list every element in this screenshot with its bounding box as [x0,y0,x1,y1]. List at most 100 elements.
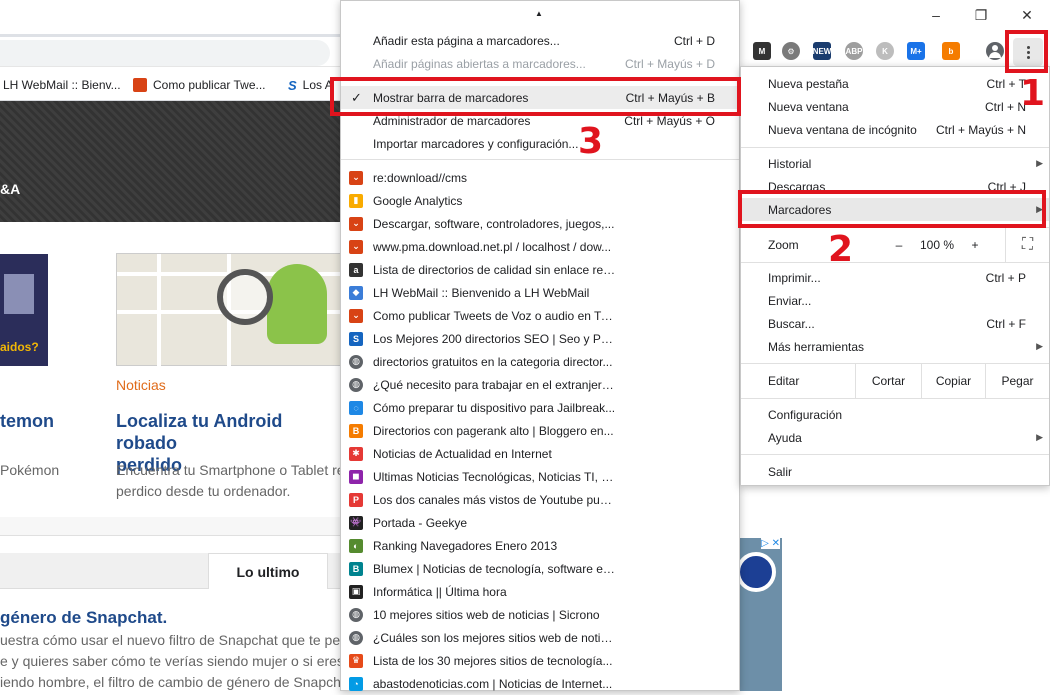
bookmark-lh-webmail[interactable]: LH WebMail :: Bienv... [3,76,121,94]
menu-item-label: Nueva ventana de incógnito [768,122,917,137]
bookmark-title: Como publicar Tweets de Voz o audio en T… [373,308,618,323]
bookmark-item[interactable]: ◍ 10 mejores sitios web de noticias | Sic… [341,603,739,626]
scroll-up-icon[interactable]: ▲ [535,9,543,18]
menu-item-shortcut: Ctrl + Mayús + N [935,122,1026,137]
webmail-favicon-icon: ◆ [349,285,363,300]
seo-favicon-icon: S [349,331,363,346]
globe-icon: ◍ [349,630,363,645]
address-bar[interactable] [0,40,330,66]
submenu-arrow-icon: ▶ [1036,158,1043,168]
bookmark-item[interactable]: ▣ Informática || Última hora [341,580,739,603]
add-open-pages-item: Añadir páginas abiertas a marcadores... … [341,52,739,75]
menu-item-label: Importar marcadores y configuración... [373,136,579,151]
bookmark-item[interactable]: ◼ Ultimas Noticias Tecnológicas, Noticias… [341,465,739,488]
abp-extension-icon[interactable]: ABP [845,42,863,60]
find-item[interactable]: Buscar... Ctrl + F [741,312,1049,335]
bookmark-title: Ranking Navegadores Enero 2013 [373,538,558,553]
bookmark-item[interactable]: B Blumex | Noticias de tecnología, softwa… [341,557,739,580]
copy-button[interactable]: Copiar [921,364,985,398]
bookmark-item[interactable]: B Directorios con pagerank alto | Blogger… [341,419,739,442]
cut-button[interactable]: Cortar [855,364,921,398]
bookmark-item[interactable]: S Los Mejores 200 directorios SEO | Seo y… [341,327,739,350]
k-extension-icon[interactable]: K [876,42,894,60]
bookmark-item[interactable]: ◍ ¿Qué necesito para trabajar en el extra… [341,373,739,396]
ad-choices-icon[interactable]: ▷ ✕ [761,538,780,549]
cast-item[interactable]: Enviar... [741,289,1049,312]
bookmark-title: ¿Cuáles son los mejores sitios web de no… [373,630,618,645]
more-tools-item[interactable]: Más herramientas ▶ [741,335,1049,358]
bookmark-item[interactable]: ⌄ Como publicar Tweets de Voz o audio en … [341,304,739,327]
bookmark-item[interactable]: ⌄ www.pma.download.net.pl / localhost / d… [341,235,739,258]
exit-item[interactable]: Salir [741,460,1049,483]
zoom-row: Zoom – 100 % + ⛶ [741,228,1049,262]
minimize-button[interactable]: – [925,6,947,24]
bookmark-seo[interactable]: S Los A [288,76,333,94]
site-nav-text[interactable]: &A [0,181,20,197]
tab-lo-ultimo[interactable]: Lo ultimo [208,553,328,589]
bookmark-item[interactable]: ◔ abastodenoticias.com | Noticias de Inte… [341,672,739,695]
bookmark-item[interactable]: ◆ LH WebMail :: Bienvenido a LH WebMail [341,281,739,304]
bookmark-item[interactable]: ▮ Google Analytics [341,189,739,212]
blumex-favicon-icon: B [349,561,363,576]
latest-title[interactable]: género de Snapchat. [0,607,167,629]
bookmark-title: Lista de los 30 mejores sitios de tecnol… [373,653,613,668]
invader-favicon-icon: 👾 [349,515,363,530]
bookmark-item[interactable]: ◌ Cómo preparar tu dispositivo para Jailb… [341,396,739,419]
menu-item-label: Historial [768,156,812,171]
bookmark-title: Ultimas Noticias Tecnológicas, Noticias … [373,469,618,484]
chat-favicon-icon: ◌ [349,400,363,415]
bookmark-item[interactable]: ✱ Noticias de Actualidad en Internet [341,442,739,465]
gear-extension-icon[interactable]: ⚙ [782,42,800,60]
new-incognito-window-item[interactable]: Nueva ventana de incógnito Ctrl + Mayús … [741,118,1049,141]
fullscreen-icon[interactable]: ⛶ [1005,228,1049,262]
bookmark-label: LH WebMail :: Bienv... [3,78,121,92]
maximize-button[interactable]: ❐ [970,6,992,24]
bookmark-item[interactable]: ◐ Ranking Navegadores Enero 2013 [341,534,739,557]
edit-row: Editar Cortar Copiar Pegar [741,364,1049,398]
bookmark-item[interactable]: ⌄ re:download//cms [341,166,739,189]
menu-item-shortcut: Ctrl + Mayús + D [624,56,715,71]
bookmark-item[interactable]: 👾 Portada - Geekye [341,511,739,534]
bookmark-item[interactable]: ⌄ Descargar, software, controladores, jue… [341,212,739,235]
trophy-favicon-icon: ♛ [349,653,363,668]
b-extension-icon[interactable]: b [942,42,960,60]
add-bookmark-item[interactable]: Añadir esta página a marcadores... Ctrl … [341,29,739,52]
highlight-bookmarks-item [738,190,1046,228]
m-extension-icon[interactable]: M [753,42,771,60]
new-window-item[interactable]: Nueva ventana Ctrl + N [741,95,1049,118]
p-favicon-icon: P [349,492,363,507]
history-item[interactable]: Historial ▶ [741,152,1049,175]
news-extension-icon[interactable]: NEW [813,42,831,60]
bookmark-item[interactable]: a Lista de directorios de calidad sin enl… [341,258,739,281]
menu-item-label: Nueva ventana [768,99,849,114]
bookmark-item[interactable]: ◍ ¿Cuáles son los mejores sitios web de n… [341,626,739,649]
close-window-button[interactable]: ✕ [1016,6,1038,24]
bookmark-title: Los dos canales más vistos de Youtube pu… [373,492,618,507]
new-tab-item[interactable]: Nueva pestaña Ctrl + T [741,72,1049,95]
bookmark-item[interactable]: ◍ directorios gratuitos en la categoria d… [341,350,739,373]
bookmark-label: Como publicar Twe... [153,78,266,92]
bookmark-item[interactable]: P Los dos canales más vistos de Youtube p… [341,488,739,511]
article-thumbnail[interactable]: aidos? [0,254,48,366]
bookmark-title: Noticias de Actualidad en Internet [373,446,552,461]
advertisement[interactable]: ▷ ✕ [736,538,782,691]
bookmark-item[interactable]: ♛ Lista de los 30 mejores sitios de tecno… [341,649,739,672]
m-plus-extension-icon[interactable]: M+ [907,42,925,60]
article-desc-line: perdico desde tu ordenador. [116,483,291,499]
bookmark-title: Los Mejores 200 directorios SEO | Seo y … [373,331,618,346]
print-item[interactable]: Imprimir... Ctrl + P [741,266,1049,289]
article-title-left[interactable]: temon [0,410,54,432]
help-item[interactable]: Ayuda ▶ [741,426,1049,449]
highlight-show-bookmarks-bar [330,77,741,116]
article-category[interactable]: Noticias [116,377,166,393]
settings-item[interactable]: Configuración [741,403,1049,426]
import-bookmarks-item[interactable]: Importar marcadores y configuración... [341,132,739,155]
paste-button[interactable]: Pegar [985,364,1049,398]
bookmark-title: Descargar, software, controladores, jueg… [373,216,615,231]
article-thumbnail-map[interactable] [116,253,347,367]
menu-item-label: Nueva pestaña [768,76,849,91]
zoom-in-button[interactable]: + [959,228,991,262]
profile-avatar-icon[interactable] [986,42,1004,60]
menu-item-label: Buscar... [768,316,815,331]
bookmark-twitter[interactable]: Como publicar Twe... [133,76,266,94]
